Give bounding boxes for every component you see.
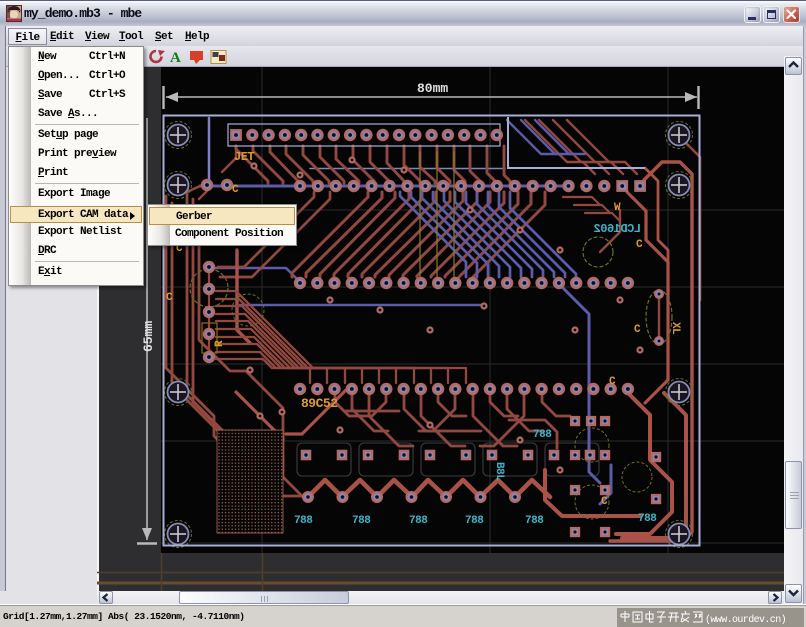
svg-text:788: 788 — [352, 515, 371, 527]
svg-text:80mm: 80mm — [417, 81, 448, 96]
svg-text:C: C — [636, 239, 643, 251]
svg-text:C: C — [634, 324, 641, 336]
svg-text:C: C — [166, 292, 173, 304]
svg-text:C: C — [601, 496, 608, 508]
svg-text:A: A — [170, 50, 181, 65]
svg-text:788: 788 — [525, 515, 544, 527]
svg-text:788: 788 — [638, 513, 657, 525]
svg-text:89C52: 89C52 — [301, 396, 338, 411]
svg-text:XL: XL — [669, 322, 681, 335]
svg-text:JET: JET — [234, 150, 254, 164]
svg-text:788: 788 — [294, 515, 313, 527]
svg-text:C: C — [609, 376, 616, 388]
svg-text:LCD1602: LCD1602 — [594, 222, 641, 236]
svg-text:788: 788 — [533, 429, 552, 441]
svg-text:R: R — [214, 340, 226, 347]
svg-text:65mm: 65mm — [141, 321, 156, 352]
svg-text:C: C — [232, 184, 239, 196]
svg-text:788: 788 — [409, 515, 428, 527]
svg-text:(www.ourdev.cn): (www.ourdev.cn) — [705, 614, 786, 626]
svg-text:788: 788 — [465, 515, 484, 527]
svg-text:W: W — [614, 202, 621, 214]
svg-text:B8L: B8L — [493, 462, 505, 481]
